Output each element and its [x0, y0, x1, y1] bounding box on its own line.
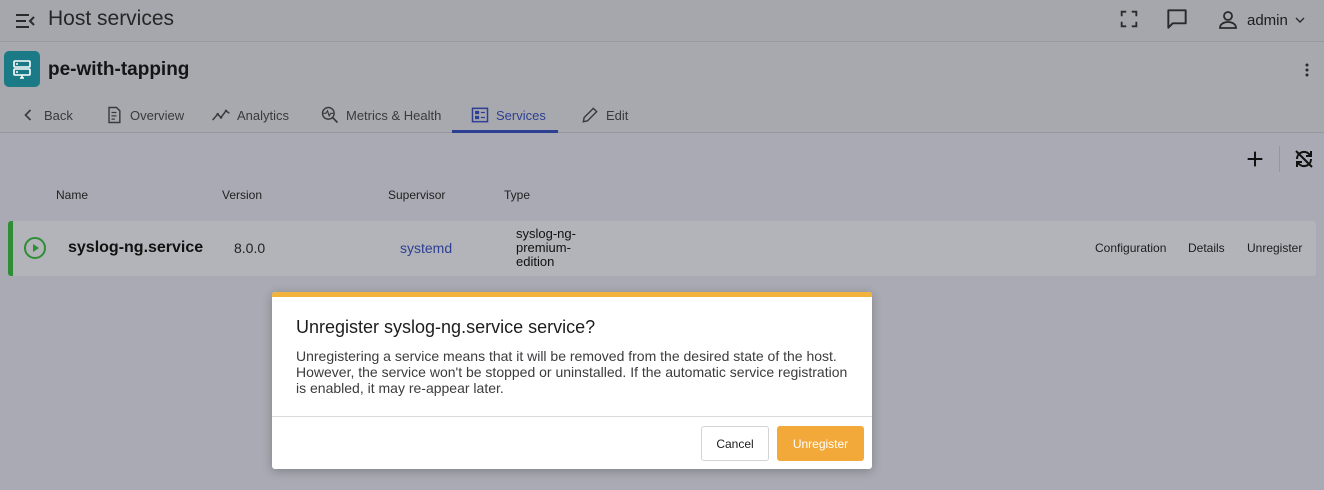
configuration-button[interactable]: Configuration — [1095, 241, 1166, 255]
sync-disabled-icon[interactable] — [1292, 147, 1316, 171]
cancel-button[interactable]: Cancel — [701, 426, 769, 461]
pencil-icon — [582, 107, 598, 123]
dialog-title: Unregister syslog-ng.service service? — [296, 317, 596, 337]
column-header-type: Type — [504, 188, 531, 202]
service-supervisor-link[interactable]: systemd — [400, 240, 452, 256]
tab-label: Edit — [606, 107, 629, 123]
host-name: pe-with-tapping — [48, 59, 190, 80]
table-row[interactable]: syslog-ng.service 8.0.0 systemd syslog-n… — [8, 221, 1316, 276]
service-type: syslog-ng-premium-edition — [516, 226, 576, 269]
user-icon — [1219, 11, 1237, 29]
toolbar-divider — [1279, 146, 1280, 172]
active-tab-indicator — [452, 130, 558, 133]
tab-overview[interactable]: Overview — [104, 97, 184, 133]
tab-metrics-health[interactable]: Metrics & Health — [320, 97, 441, 133]
service-version: 8.0.0 — [234, 240, 266, 256]
document-icon — [108, 106, 121, 124]
tab-label: Services — [496, 107, 546, 123]
column-header-supervisor: Supervisor — [388, 188, 446, 202]
menu-collapse-icon[interactable] — [13, 9, 37, 33]
tab-label: Metrics & Health — [346, 107, 442, 123]
fullscreen-icon[interactable] — [1118, 8, 1140, 30]
dialog-divider — [272, 416, 872, 417]
user-menu[interactable]: admin — [1216, 7, 1308, 33]
dialog-message: Unregistering a service means that it wi… — [296, 348, 848, 396]
play-circle-icon — [24, 237, 46, 259]
chevron-down-icon — [1295, 17, 1305, 23]
unregister-button[interactable]: Unregister — [1247, 241, 1302, 255]
host-tabs: Back Overview Analytics Metrics & Health… — [0, 97, 700, 133]
more-options-icon[interactable] — [1300, 61, 1314, 79]
service-name: syslog-ng.service — [68, 239, 204, 256]
chat-icon[interactable] — [1164, 6, 1190, 32]
user-name: admin — [1247, 11, 1288, 29]
details-button[interactable]: Details — [1188, 241, 1225, 255]
tab-label: Analytics — [237, 107, 290, 123]
chevron-left-icon — [24, 109, 32, 121]
add-icon[interactable] — [1244, 148, 1266, 170]
host-avatar — [4, 51, 40, 87]
tab-edit[interactable]: Edit — [580, 97, 628, 133]
tab-back[interactable]: Back — [18, 97, 73, 133]
tab-label: Overview — [130, 107, 185, 123]
page-title: Host services — [48, 7, 175, 30]
unregister-dialog: Unregister syslog-ng.service service? Un… — [272, 292, 872, 469]
column-header-version: Version — [222, 188, 263, 202]
analytics-icon — [212, 109, 230, 121]
services-icon — [471, 107, 489, 123]
host-header: pe-with-tapping Back Overview Analytics … — [0, 43, 1324, 133]
confirm-unregister-button[interactable]: Unregister — [777, 426, 864, 461]
tab-services[interactable]: Services — [470, 97, 546, 133]
metrics-health-icon — [321, 106, 339, 124]
dialog-accent-bar — [272, 292, 872, 297]
tab-analytics[interactable]: Analytics — [211, 97, 289, 133]
tab-label: Back — [44, 107, 73, 123]
top-bar: Host services admin — [0, 0, 1324, 42]
column-header-name: Name — [56, 188, 89, 202]
server-icon — [13, 60, 31, 79]
